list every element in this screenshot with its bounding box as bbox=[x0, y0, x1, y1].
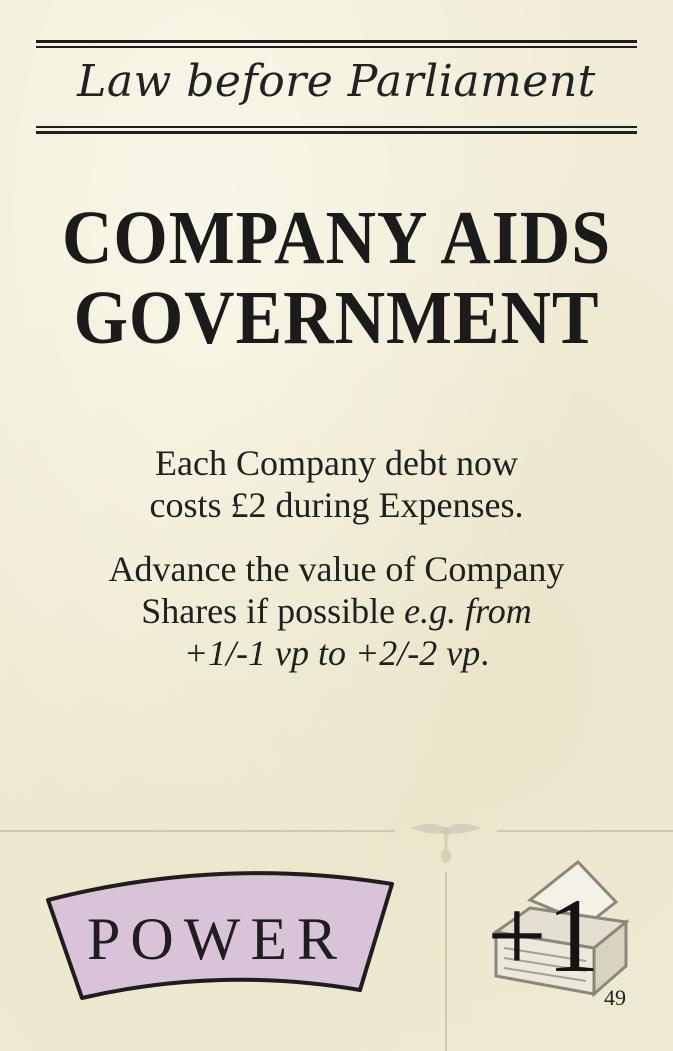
effect-2-line3-italic: +1/-1 vp to +2/-2 vp bbox=[183, 633, 481, 673]
divider-right bbox=[497, 830, 673, 832]
flourish-ornament-icon bbox=[410, 823, 482, 863]
header-top-rule-thin bbox=[36, 46, 637, 48]
card-title: COMPANY AIDS GOVERNMENT bbox=[27, 198, 646, 358]
header-top-rule bbox=[36, 40, 637, 43]
divider-left bbox=[0, 830, 395, 832]
effect-text-1: Each Company debt now costs £2 during Ex… bbox=[0, 442, 673, 526]
effect-2-line1: Advance the value of Company bbox=[108, 549, 565, 589]
card-title-line2: GOVERNMENT bbox=[73, 276, 600, 360]
effect-text-2: Advance the value of Company Shares if p… bbox=[0, 548, 673, 674]
effect-1-line1: Each Company debt now bbox=[155, 443, 518, 483]
header-bottom-rule bbox=[36, 131, 637, 134]
victory-points-value: +1 bbox=[487, 877, 600, 994]
card-category: Law before Parliament bbox=[77, 56, 596, 107]
card-number: 49 bbox=[604, 985, 626, 1010]
effect-2-line2-italic: e.g. from bbox=[404, 591, 532, 631]
divider-vertical bbox=[445, 872, 447, 1051]
effect-2-line3: +1/-1 vp to +2/-2 vp. bbox=[0, 632, 673, 674]
effect-2-line2: Shares if possible e.g. from bbox=[0, 590, 673, 632]
effect-2-line2-roman: Shares if possible bbox=[141, 591, 405, 631]
effect-1-line2: costs £2 during Expenses. bbox=[149, 485, 524, 525]
card-title-line1: COMPANY AIDS bbox=[61, 196, 612, 280]
header-bottom-rule-thin bbox=[36, 126, 637, 128]
event-card: Law before Parliament COMPANY AIDS GOVER… bbox=[0, 0, 673, 1051]
card-type-label: POWER bbox=[87, 906, 347, 972]
effect-2-line3-end: . bbox=[480, 633, 490, 673]
